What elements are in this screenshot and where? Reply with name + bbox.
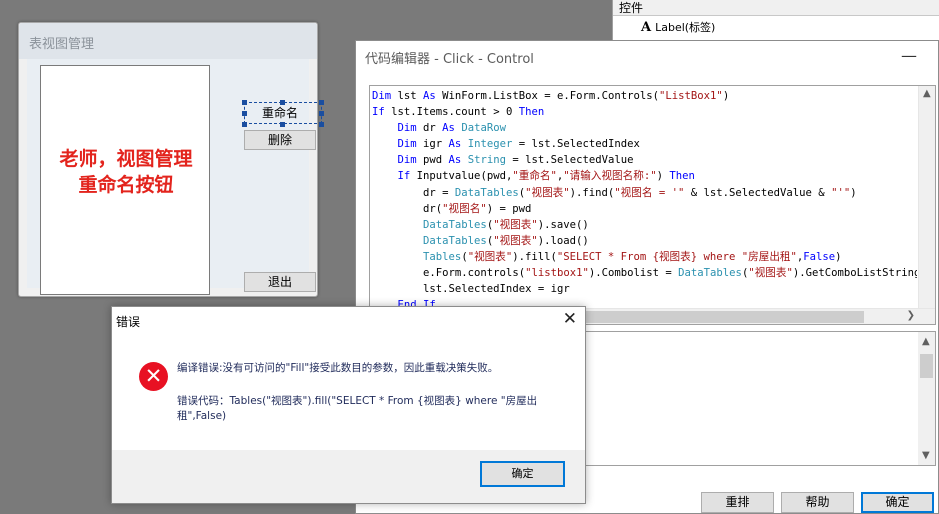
output-vertical-scrollbar[interactable]: ▲ ▼ xyxy=(918,332,935,465)
error-dialog: 错误 ✕ ✕ 编译错误:没有可访问的"Fill"接受此数目的参数，因此重载决策失… xyxy=(111,306,586,504)
output-scroll-up-icon[interactable]: ▲ xyxy=(922,336,930,347)
listbox[interactable]: 老师，视图管理重命名按钮 xyxy=(40,65,210,295)
code-vertical-scrollbar[interactable]: ▲ xyxy=(918,86,935,308)
error-message: 编译错误:没有可访问的"Fill"接受此数目的参数，因此重载决策失败。 xyxy=(177,362,499,374)
scroll-up-icon[interactable]: ▲ xyxy=(923,88,931,99)
close-icon[interactable]: ✕ xyxy=(563,309,577,329)
help-button[interactable]: 帮助 xyxy=(781,492,854,513)
resize-handle-t[interactable] xyxy=(280,100,285,105)
output-scroll-thumb[interactable] xyxy=(920,354,933,378)
annotation-text: 老师，视图管理重命名按钮 xyxy=(59,148,193,196)
resize-handle-tr[interactable] xyxy=(319,100,324,105)
error-icon: ✕ xyxy=(139,362,168,391)
resize-handle-l[interactable] xyxy=(242,111,247,116)
exit-button[interactable]: 退出 xyxy=(244,272,316,292)
resize-handle-br[interactable] xyxy=(319,122,324,127)
confirm-button[interactable]: 确定 xyxy=(861,492,934,513)
controls-item-label[interactable]: A Label(标签) xyxy=(613,16,939,35)
label-control-icon: A xyxy=(641,20,652,35)
controls-panel: 控件 A Label(标签) xyxy=(612,0,939,42)
code-editor-title: 代码编辑器 - Click - Control xyxy=(356,41,938,71)
error-code: 错误代码：Tables("视图表").fill("SELECT * From {… xyxy=(177,395,538,422)
form-designer-window: 表视图管理 老师，视图管理重命名按钮 重命名 删除 退出 xyxy=(18,22,324,297)
controls-item-label-text: Label(标签) xyxy=(655,21,716,34)
delete-button[interactable]: 删除 xyxy=(244,130,316,150)
code-textarea[interactable]: Dim lst As WinForm.ListBox = e.Form.Cont… xyxy=(369,85,936,325)
form-window-title: 表视图管理 xyxy=(19,23,317,59)
code-lines: Dim lst As WinForm.ListBox = e.Form.Cont… xyxy=(372,90,917,308)
ok-button[interactable]: 确定 xyxy=(480,461,565,487)
scroll-right-icon[interactable]: ❯ xyxy=(907,310,915,321)
resize-handle-b[interactable] xyxy=(280,122,285,127)
rename-button[interactable]: 重命名 xyxy=(244,103,316,123)
controls-header: 控件 xyxy=(613,0,939,16)
minimize-icon[interactable]: — xyxy=(901,46,917,65)
output-scroll-down-icon[interactable]: ▼ xyxy=(922,450,930,461)
error-dialog-footer: 确定 xyxy=(112,450,585,503)
rearrange-button[interactable]: 重排 xyxy=(701,492,774,513)
error-dialog-title: 错误 xyxy=(116,315,141,329)
resize-handle-r[interactable] xyxy=(319,111,324,116)
resize-handle-bl[interactable] xyxy=(242,122,247,127)
resize-handle-tl[interactable] xyxy=(242,100,247,105)
form-body: 老师，视图管理重命名按钮 重命名 删除 退出 xyxy=(27,59,324,295)
